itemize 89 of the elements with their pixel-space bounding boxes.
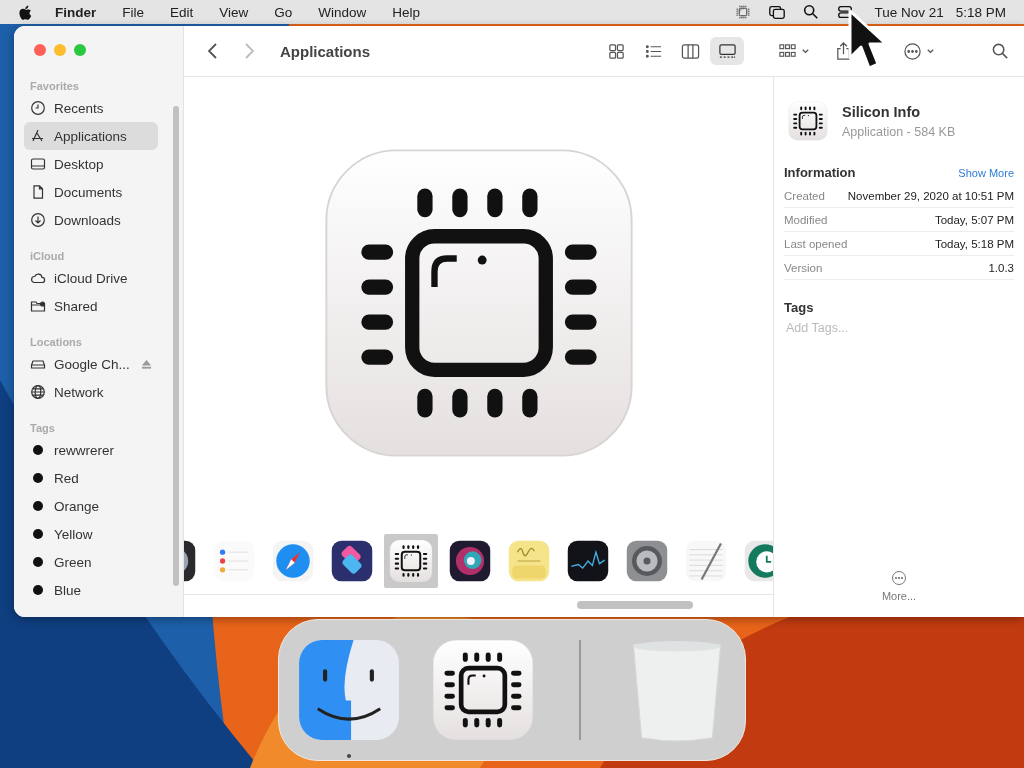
sidebar-item[interactable]: Green [24, 548, 158, 576]
tag-dot-icon [30, 470, 46, 486]
gallery-view-icon [717, 41, 737, 61]
clock-icon [30, 100, 46, 116]
menu-item[interactable]: Help [392, 4, 421, 20]
menu-item[interactable]: Window [318, 4, 367, 20]
ellipsis-icon [903, 41, 922, 61]
app-menu[interactable]: Finder [55, 4, 97, 20]
sidebar-item[interactable]: Recents [24, 94, 158, 122]
info-value: November 29, 2020 at 10:51 PM [847, 189, 1014, 202]
sidebar-item[interactable]: Applications [24, 122, 158, 150]
caret-icon [926, 46, 935, 56]
ellipsis-icon [891, 570, 907, 586]
sidebar-item[interactable]: Orange [24, 492, 158, 520]
info-label: Last opened [784, 237, 848, 250]
section-title: Tags [784, 300, 815, 315]
orb-icon [448, 539, 492, 583]
info-label: Created [784, 189, 825, 202]
smiling-face-icon[interactable] [297, 638, 401, 742]
document-icon [30, 184, 46, 200]
shared-folder-icon [30, 298, 46, 314]
search-icon[interactable] [802, 3, 821, 21]
download-icon [30, 212, 46, 228]
gear-icon [625, 539, 669, 583]
tag-dot-icon [30, 582, 46, 598]
view-button[interactable] [710, 37, 744, 65]
grid-view-icon [606, 41, 626, 61]
tag-dot-icon [30, 442, 46, 458]
share-icon [834, 41, 853, 61]
sidebar-item[interactable]: rewwrerer [24, 436, 158, 464]
info-value: Today, 5:18 PM [934, 237, 1014, 250]
gallery-item[interactable] [384, 534, 438, 588]
search-icon [991, 41, 1010, 61]
info-value: 1.0.3 [988, 261, 1014, 274]
menu-item[interactable]: Go [274, 4, 293, 20]
control-center-icon[interactable] [836, 3, 855, 21]
window-title: Applications [280, 42, 370, 60]
sidebar-item[interactable]: Google Ch... [24, 350, 158, 378]
windows-icon[interactable] [768, 3, 787, 21]
sidebar-item[interactable]: Documents [24, 178, 158, 206]
sidebar-item[interactable]: Blue [24, 576, 158, 604]
caret-icon [801, 46, 810, 56]
columns-view-icon [680, 41, 700, 61]
chevron-left-icon [206, 42, 220, 60]
sidebar-item[interactable]: Network [24, 378, 158, 406]
file-name: Silicon Info [842, 103, 922, 120]
info-value: Today, 5:07 PM [934, 213, 1014, 226]
tags-field[interactable]: Add Tags... [786, 321, 936, 335]
sidebar-item[interactable]: Desktop [24, 150, 158, 178]
desktop-icon [30, 156, 46, 172]
sidebar-header: iCloud [29, 249, 66, 264]
paper-pen-icon [684, 539, 728, 583]
sidebar-header: Tags [29, 421, 56, 436]
menu-item[interactable]: Edit [170, 4, 194, 20]
menu-bar-date[interactable]: Tue Nov 21 [874, 4, 944, 20]
sidebar-item[interactable]: Yellow [24, 520, 158, 548]
info-label: Version [784, 261, 823, 274]
sticky-note-icon [507, 539, 551, 583]
menu-item[interactable]: View [219, 4, 249, 20]
sidebar-item[interactable]: Shared [24, 292, 158, 320]
chart-app-icon [566, 539, 610, 583]
scrollbar[interactable] [577, 601, 693, 609]
sidebar-header: Locations [29, 335, 83, 350]
file-kind: Application - 584 KB [842, 124, 956, 139]
cloud-icon [30, 270, 46, 286]
menu-bar-time[interactable]: 5:18 PM [955, 4, 1006, 20]
app-store-icon [30, 128, 46, 144]
close-button[interactable] [34, 44, 46, 56]
sidebar-item[interactable]: Red [24, 464, 158, 492]
compass-icon [271, 539, 315, 583]
menu-item[interactable]: File [122, 4, 145, 20]
tag-dot-icon [30, 554, 46, 570]
chip-icon [389, 539, 433, 583]
scrollbar[interactable] [173, 106, 179, 586]
sidebar-item[interactable]: Downloads [24, 206, 158, 234]
globe-icon [30, 384, 46, 400]
layers-app-icon [330, 539, 374, 583]
info-label: Modified [784, 213, 828, 226]
sidebar-item[interactable]: iCloud Drive [24, 264, 158, 292]
section-title: Information [784, 165, 856, 180]
tag-dot-icon [30, 526, 46, 542]
more-button[interactable]: More... [875, 569, 923, 603]
apple-logo-icon[interactable] [18, 3, 33, 21]
tag-dot-icon [30, 498, 46, 514]
eject-icon[interactable] [141, 358, 152, 370]
chevron-right-icon [242, 42, 256, 60]
chip-icon [788, 101, 828, 141]
show-more-link[interactable]: Show More [958, 167, 1014, 179]
sidebar-header: Favorites [29, 79, 80, 94]
